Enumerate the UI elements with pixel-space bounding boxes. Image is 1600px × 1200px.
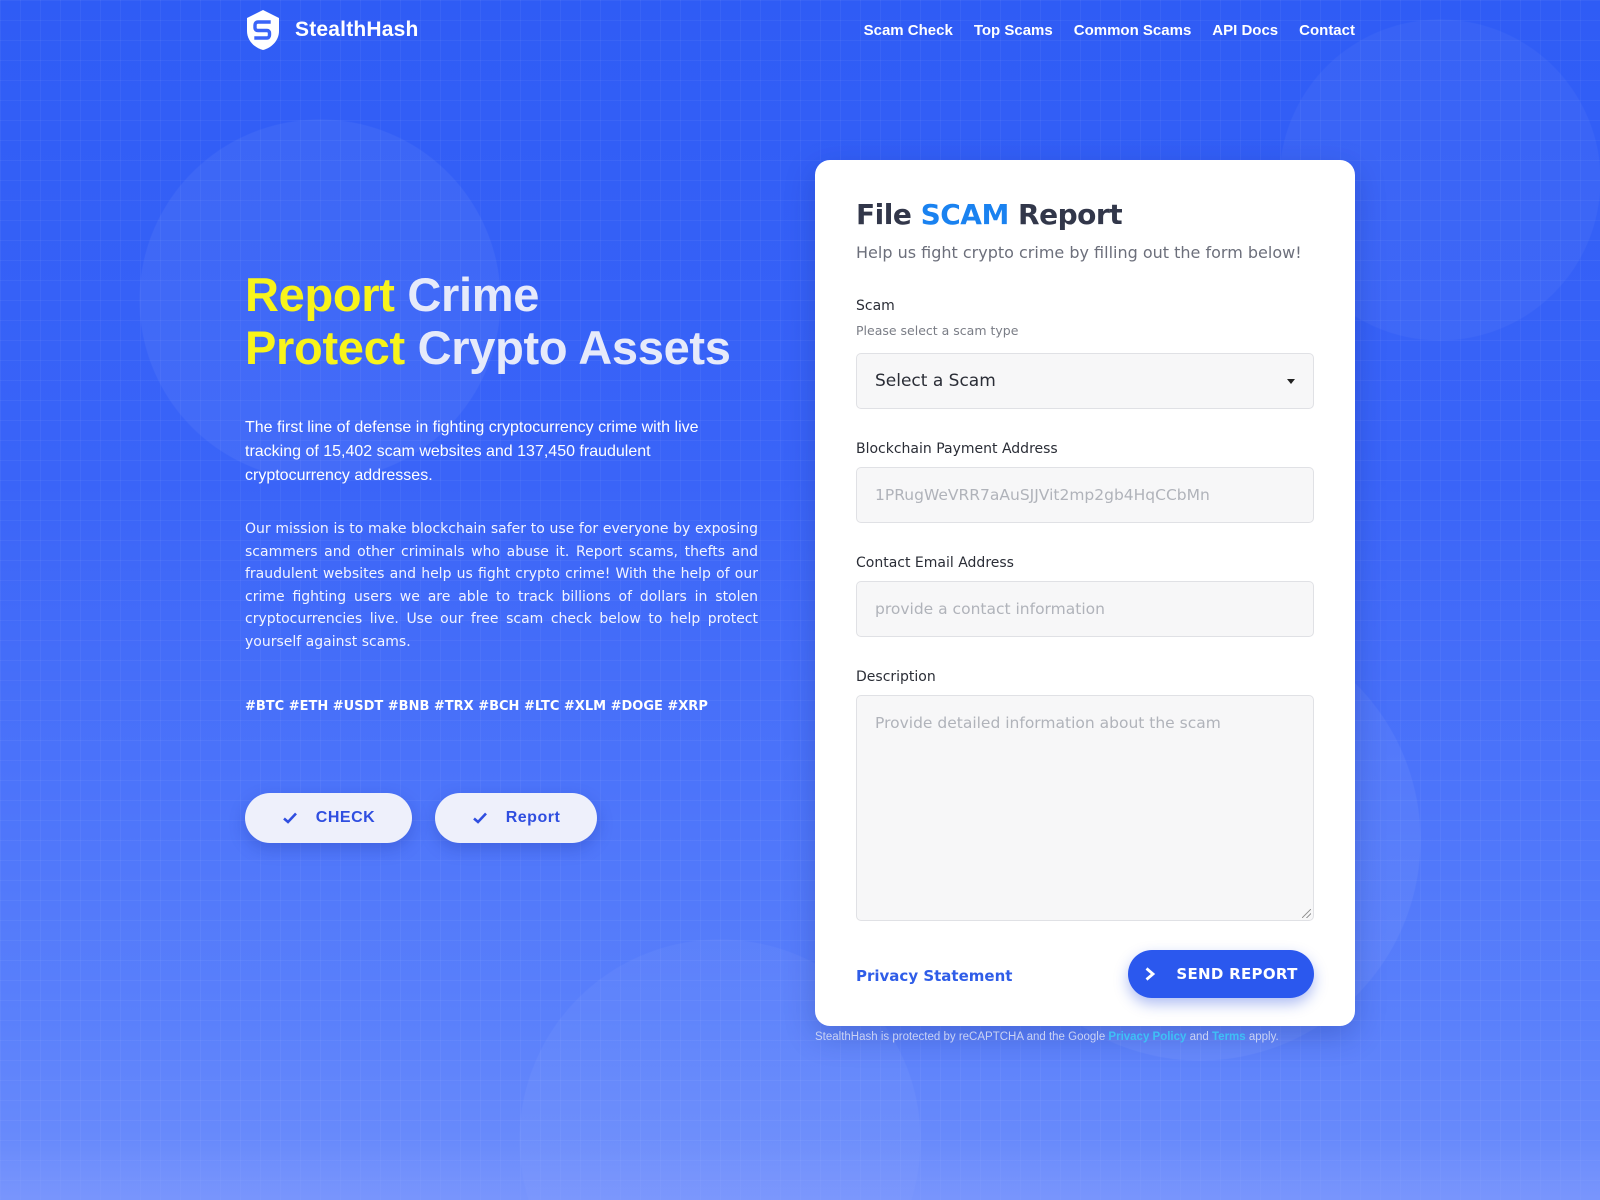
recaptcha-prefix: StealthHash is protected by reCAPTCHA an… <box>815 1031 1109 1043</box>
form-title-pre: File <box>856 198 921 231</box>
hero-mission: Our mission is to make blockchain safer … <box>245 521 758 650</box>
address-placeholder: 1PRugWeVRR7aAuSJJVit2mp2gb4HqCCbMn <box>875 486 1210 504</box>
checkmark-icon <box>282 812 297 824</box>
scam-label: Scam <box>856 298 895 314</box>
form-title: File SCAM Report <box>856 198 1123 231</box>
site-header: StealthHash Scam Check Top Scams Common … <box>245 0 1355 60</box>
nav-common-scams[interactable]: Common Scams <box>1074 22 1192 39</box>
form-title-accent: SCAM <box>920 198 1010 231</box>
background-pattern <box>0 0 1600 1200</box>
shield-s-logo-icon <box>247 10 279 50</box>
description-placeholder: Provide detailed information about the s… <box>875 714 1221 732</box>
form-title-post: Report <box>1008 198 1123 231</box>
email-placeholder: provide a contact information <box>875 600 1105 618</box>
resize-grip-icon[interactable] <box>1302 909 1311 918</box>
hero-title-highlight-2: Protect <box>245 321 405 374</box>
nav-top-scams[interactable]: Top Scams <box>974 22 1053 39</box>
email-input[interactable]: provide a contact information <box>856 581 1314 637</box>
google-privacy-link[interactable]: Privacy Policy <box>1108 1031 1186 1043</box>
nav-api-docs[interactable]: API Docs <box>1212 22 1278 39</box>
background-grid <box>0 0 1600 1200</box>
report-button-label: Report <box>505 809 561 826</box>
description-textarea[interactable]: Provide detailed information about the s… <box>856 695 1314 921</box>
check-button[interactable]: CHECK <box>245 793 412 843</box>
recaptcha-and: and <box>1186 1031 1212 1043</box>
send-report-button[interactable]: SEND REPORT <box>1128 950 1314 998</box>
coin-tags: #BTC #ETH #USDT #BNB #TRX #BCH #LTC #XLM… <box>245 699 708 714</box>
chevron-right-icon <box>1145 967 1156 981</box>
check-button-label: CHECK <box>315 809 376 826</box>
brand-name: StealthHash <box>295 18 419 41</box>
main-nav: Scam Check Top Scams Common Scams API Do… <box>864 22 1355 39</box>
report-button[interactable]: Report <box>435 793 597 843</box>
scam-select-value: Select a Scam <box>875 371 996 391</box>
hero-title-highlight-1: Report <box>245 268 395 321</box>
privacy-statement-link[interactable]: Privacy Statement <box>856 967 1012 985</box>
hero-lead: The first line of defense in fighting cr… <box>245 419 699 484</box>
recaptcha-note: StealthHash is protected by reCAPTCHA an… <box>815 1031 1279 1043</box>
description-label: Description <box>856 669 936 685</box>
email-label: Contact Email Address <box>856 555 1014 571</box>
caret-down-icon <box>1287 378 1295 384</box>
hero-title: Report Crime Protect Crypto Assets <box>245 268 785 374</box>
address-input[interactable]: 1PRugWeVRR7aAuSJJVit2mp2gb4HqCCbMn <box>856 467 1314 523</box>
checkmark-icon <box>472 812 487 824</box>
address-label: Blockchain Payment Address <box>856 441 1058 457</box>
send-report-label: SEND REPORT <box>1176 965 1298 983</box>
form-subtitle: Help us fight crypto crime by filling ou… <box>856 243 1302 262</box>
recaptcha-suffix: apply. <box>1245 1031 1279 1043</box>
bottom-band <box>0 1140 1600 1200</box>
scam-hint: Please select a scam type <box>856 323 1019 338</box>
hero-title-rest-2: Crypto Assets <box>404 321 731 374</box>
nav-scam-check[interactable]: Scam Check <box>864 22 953 39</box>
google-terms-link[interactable]: Terms <box>1212 1031 1246 1043</box>
nav-contact[interactable]: Contact <box>1299 22 1355 39</box>
brand-link[interactable]: StealthHash <box>245 9 419 51</box>
scam-report-form: File SCAM Report Help us fight crypto cr… <box>815 160 1355 1026</box>
scam-select[interactable]: Select a Scam <box>856 353 1314 409</box>
hero-title-rest-1: Crime <box>394 268 540 321</box>
